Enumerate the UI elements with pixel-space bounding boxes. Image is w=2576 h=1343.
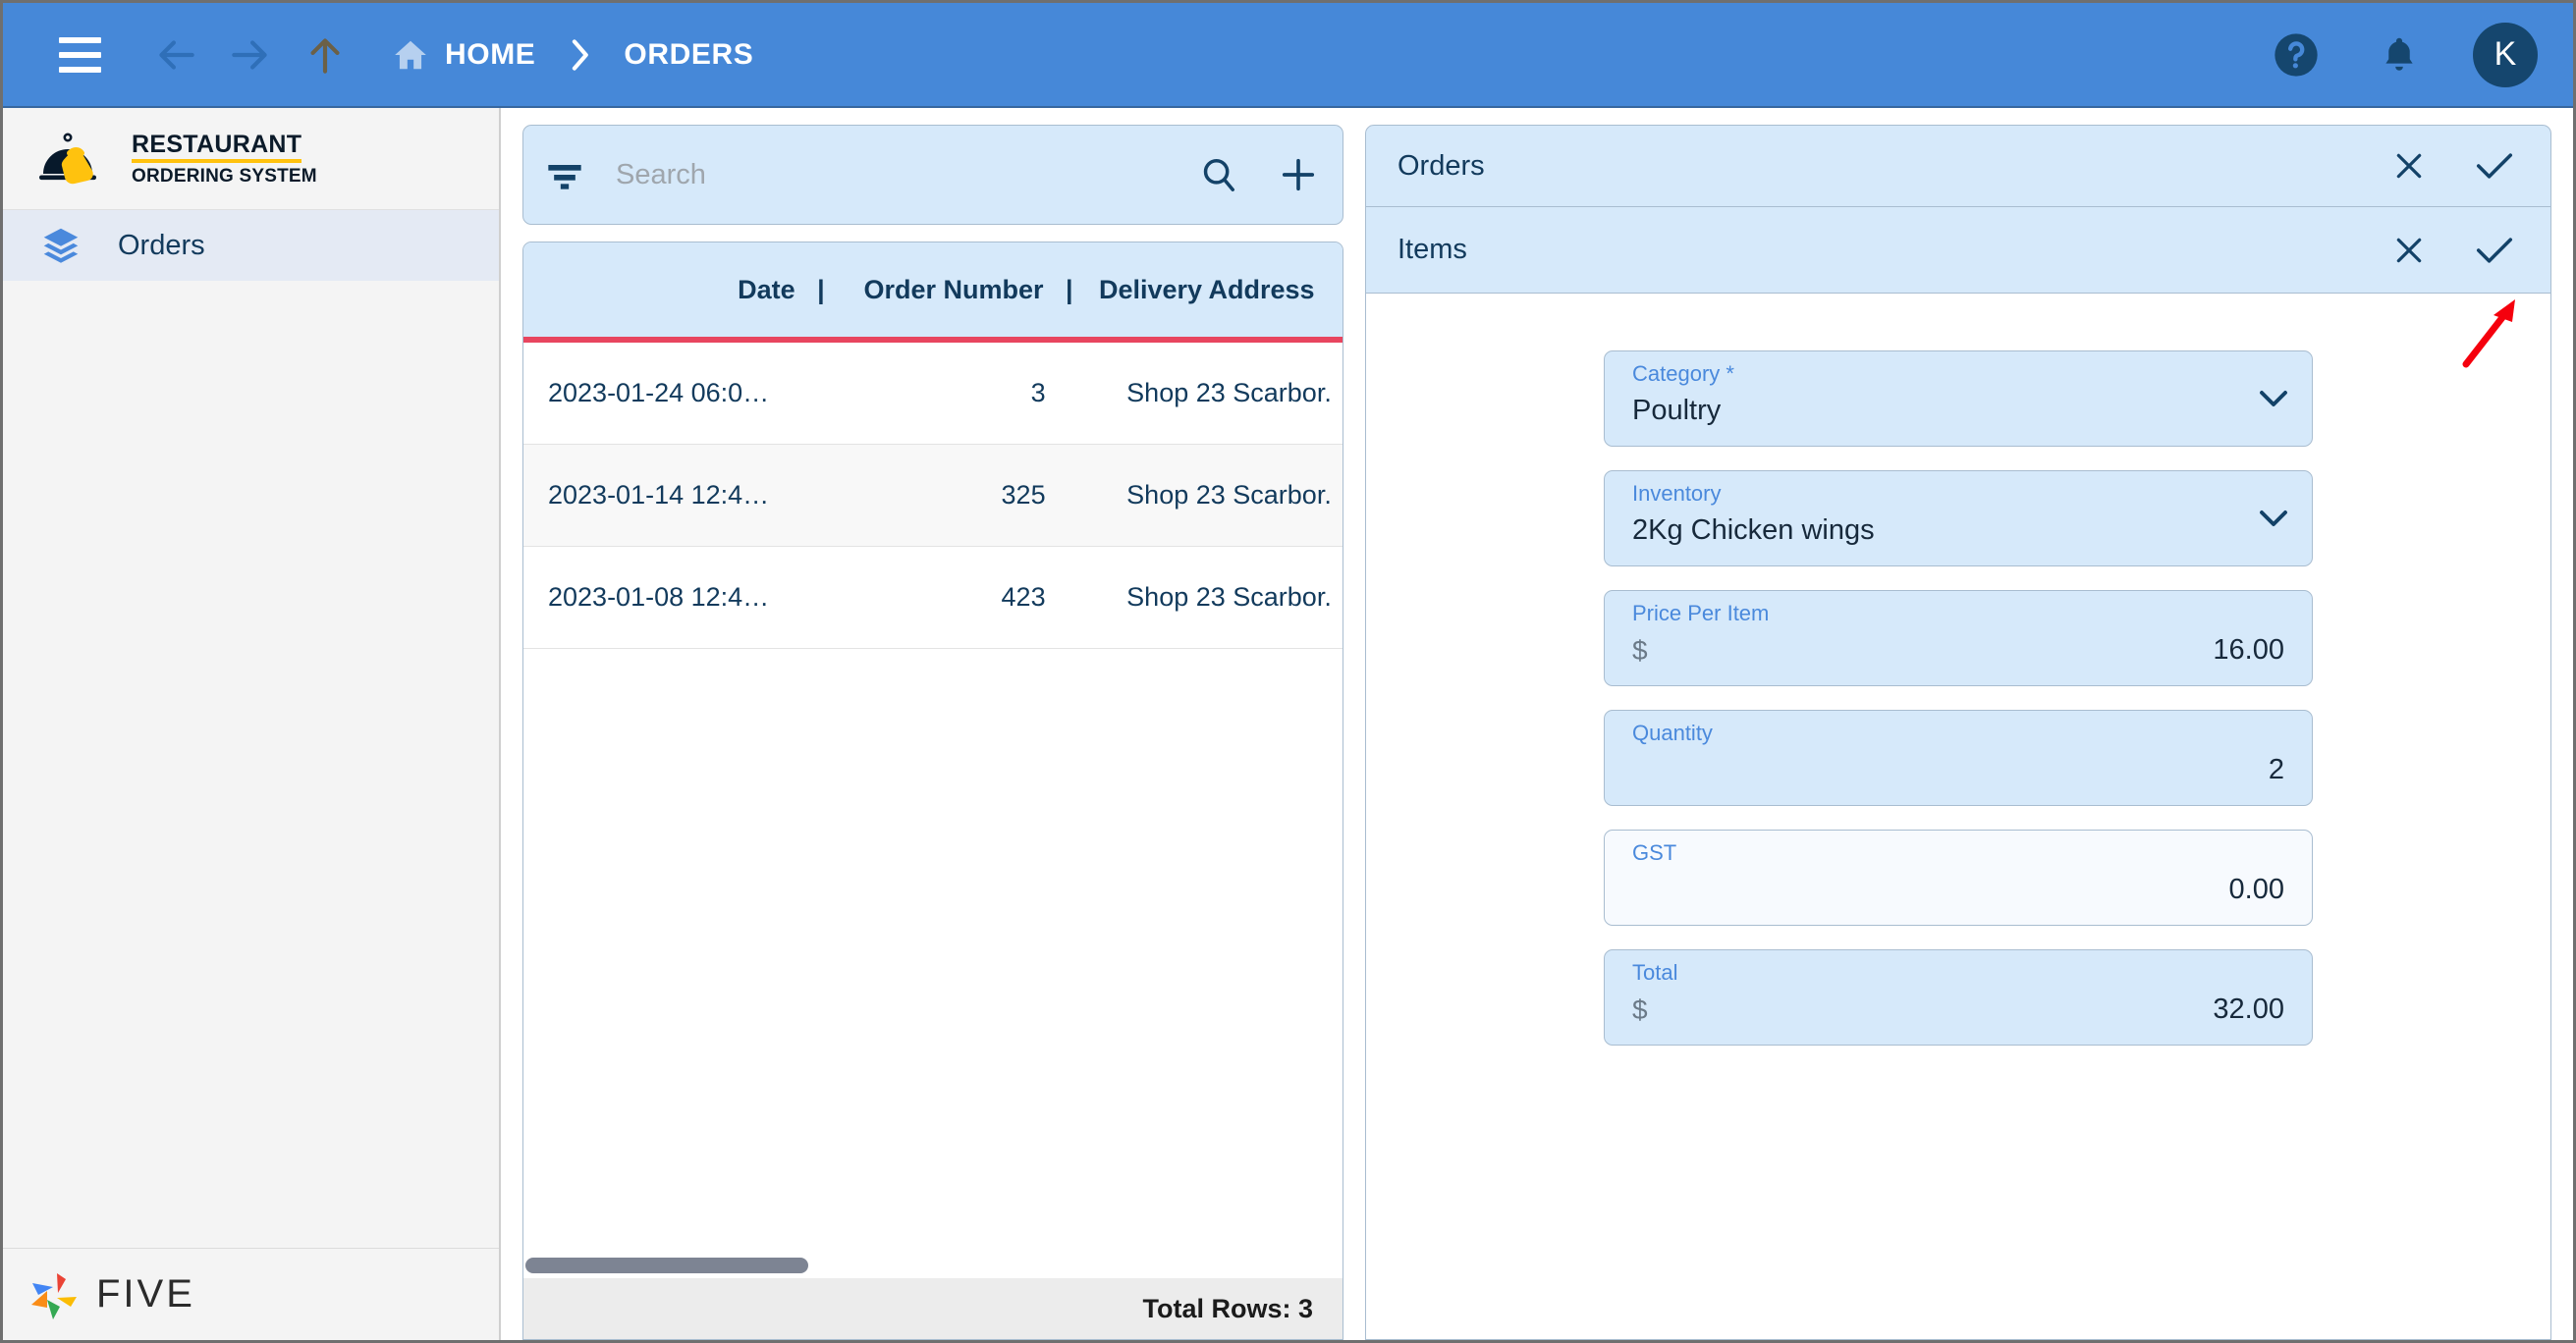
- sidebar: RESTAURANT ORDERING SYSTEM Orders FIVE: [3, 108, 501, 1340]
- up-level-button[interactable]: [288, 18, 362, 92]
- currency-symbol: $: [1632, 634, 1648, 666]
- column-separator: |: [1065, 274, 1073, 304]
- help-circle-icon[interactable]: [2271, 29, 2322, 81]
- orders-panel-title: Orders: [1398, 149, 1485, 182]
- orders-panel-header: Orders: [1365, 125, 2551, 207]
- field-label-price-per-item: Price Per Item: [1632, 601, 1770, 625]
- field-label-quantity: Quantity: [1632, 721, 1713, 745]
- plus-icon[interactable]: [1280, 156, 1317, 193]
- field-price-per-item[interactable]: Price Per Item $ 16.00: [1604, 590, 2313, 686]
- field-gst: GST 0.00: [1604, 830, 2313, 926]
- column-header-order-number[interactable]: Order Number: [847, 275, 1043, 305]
- field-quantity[interactable]: Quantity 2: [1604, 710, 2313, 806]
- arrow-right-icon: [232, 39, 267, 70]
- field-label-total: Total: [1632, 960, 1678, 985]
- breadcrumb-item-orders[interactable]: ORDERS: [624, 38, 753, 72]
- orders-table: Date | Order Number | Delivery Address 2…: [522, 242, 1343, 1340]
- cell-delivery-address: Shop 23 Scarbor.: [1126, 480, 1332, 510]
- layers-icon: [43, 228, 79, 263]
- field-value-gst: 0.00: [2228, 874, 2284, 905]
- field-label-gst: GST: [1632, 840, 1677, 865]
- search-icon[interactable]: [1200, 156, 1237, 193]
- chevron-down-icon[interactable]: [2259, 390, 2288, 407]
- main-content-area: RESTAURANT ORDERING SYSTEM Orders FIVE S…: [3, 108, 2573, 1340]
- five-logo-text: FIVE: [96, 1272, 195, 1316]
- field-inventory[interactable]: Inventory 2Kg Chicken wings: [1604, 470, 2313, 566]
- cell-order-number: 3: [1030, 378, 1046, 407]
- home-icon: [395, 40, 426, 69]
- app-logo: RESTAURANT ORDERING SYSTEM: [3, 108, 499, 210]
- items-panel: Items Category * Poultry Inventory 2Kg C…: [1365, 207, 2551, 1340]
- cell-date: 2023-01-08 12:4…: [548, 582, 770, 612]
- table-row[interactable]: 2023-01-08 12:4… 423 Shop 23 Scarbor.: [523, 547, 1343, 649]
- items-panel-close-icon[interactable]: [2393, 235, 2425, 266]
- column-header-date[interactable]: Date: [523, 275, 795, 305]
- sidebar-item-label: Orders: [118, 229, 205, 261]
- field-value-total: 32.00: [2213, 994, 2284, 1025]
- cell-delivery-address: Shop 23 Scarbor.: [1126, 582, 1332, 612]
- top-navigation-bar: HOME ORDERS K: [3, 3, 2573, 108]
- total-rows-label: Total Rows: 3: [1142, 1293, 1313, 1323]
- column-header-delivery-address[interactable]: Delivery Address: [1095, 275, 1343, 305]
- sidebar-footer-logo: FIVE: [3, 1248, 499, 1340]
- horizontal-scrollbar[interactable]: [523, 1253, 1343, 1278]
- avatar-initial: K: [2494, 35, 2517, 73]
- filter-icon[interactable]: [545, 158, 584, 191]
- search-input[interactable]: Search: [616, 159, 1188, 191]
- field-label-inventory: Inventory: [1632, 481, 1722, 506]
- logo-title: RESTAURANT: [132, 132, 302, 163]
- user-avatar[interactable]: K: [2473, 22, 2538, 87]
- cell-order-number: 423: [1001, 582, 1046, 612]
- items-form: Category * Poultry Inventory 2Kg Chicken…: [1366, 294, 2550, 1339]
- cell-order-number: 325: [1001, 480, 1046, 510]
- items-panel-title: Items: [1398, 234, 1467, 265]
- field-value-quantity: 2: [2268, 754, 2284, 785]
- orders-list-panel: Search Date | Order Number | Delivery Ad…: [501, 108, 1365, 1340]
- table-row[interactable]: 2023-01-14 12:4… 325 Shop 23 Scarbor.: [523, 445, 1343, 547]
- arrow-left-icon: [159, 39, 194, 70]
- back-button[interactable]: [138, 18, 213, 92]
- menu-toggle-button[interactable]: [42, 18, 117, 92]
- hamburger-icon: [58, 36, 101, 73]
- field-total[interactable]: Total $ 32.00: [1604, 949, 2313, 1046]
- bell-icon[interactable]: [2377, 29, 2422, 81]
- field-category[interactable]: Category * Poultry: [1604, 350, 2313, 447]
- detail-panel: Orders Items Category * Poultry Inventor…: [1365, 108, 2573, 1340]
- scrollbar-thumb[interactable]: [525, 1258, 808, 1273]
- field-value-category: Poultry: [1632, 395, 1722, 426]
- breadcrumb-separator-icon: [569, 38, 590, 72]
- five-pinwheel-icon: [31, 1272, 77, 1319]
- sidebar-item-orders[interactable]: Orders: [3, 210, 499, 281]
- orders-panel-confirm-icon[interactable]: [2476, 150, 2513, 182]
- items-panel-confirm-icon[interactable]: [2476, 235, 2513, 266]
- cell-date: 2023-01-24 06:0…: [548, 378, 770, 407]
- table-footer: Total Rows: 3: [523, 1278, 1343, 1339]
- breadcrumb-item-home[interactable]: HOME: [445, 38, 535, 72]
- application-window: HOME ORDERS K RESTAURANT ORDERING SYSTEM…: [0, 0, 2576, 1343]
- items-panel-header: Items: [1366, 207, 2550, 294]
- logo-subtitle: ORDERING SYSTEM: [132, 165, 317, 187]
- field-label-category: Category *: [1632, 361, 1734, 386]
- breadcrumb: HOME ORDERS: [392, 36, 753, 74]
- field-value-inventory: 2Kg Chicken wings: [1632, 514, 1875, 546]
- orders-panel-close-icon[interactable]: [2393, 150, 2425, 182]
- currency-symbol: $: [1632, 994, 1648, 1025]
- arrow-up-icon: [310, 37, 340, 74]
- forward-button[interactable]: [213, 18, 288, 92]
- table-header-row: Date | Order Number | Delivery Address: [523, 242, 1343, 343]
- table-empty-space: [523, 649, 1343, 1253]
- cell-date: 2023-01-14 12:4…: [548, 480, 770, 510]
- column-separator: |: [817, 274, 825, 304]
- cloche-hand-icon: [39, 133, 96, 184]
- table-row[interactable]: 2023-01-24 06:0… 3 Shop 23 Scarbor.: [523, 343, 1343, 445]
- search-bar: Search: [522, 125, 1343, 225]
- field-value-price-per-item: 16.00: [2213, 634, 2284, 666]
- chevron-down-icon[interactable]: [2259, 510, 2288, 527]
- cell-delivery-address: Shop 23 Scarbor.: [1126, 378, 1332, 407]
